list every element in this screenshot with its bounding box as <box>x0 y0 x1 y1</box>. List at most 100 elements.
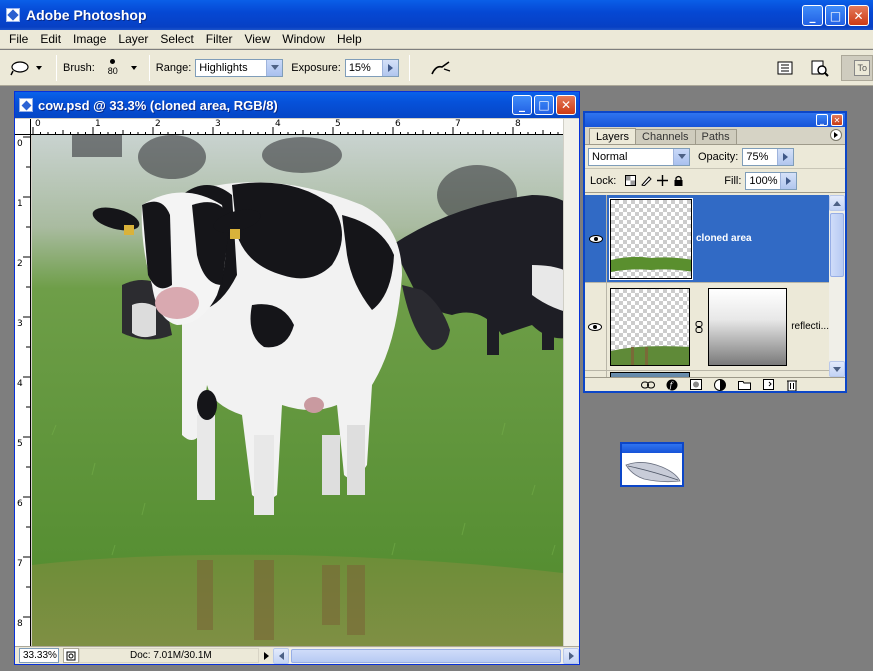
menu-file[interactable]: File <box>3 32 34 46</box>
palette-menu-icon[interactable] <box>830 129 842 141</box>
ruler-h-label: 7 <box>455 119 461 129</box>
menu-edit[interactable]: Edit <box>34 32 67 46</box>
fill-value: 100% <box>749 174 778 187</box>
ruler-v-label: 3 <box>17 319 23 329</box>
palette-minimize-button[interactable]: _ <box>816 114 828 126</box>
minimized-palette-titlebar[interactable] <box>622 444 682 453</box>
brush-label: Brush: <box>63 61 95 74</box>
menu-bar: File Edit Image Layer Select Filter View… <box>0 30 873 49</box>
tab-paths[interactable]: Paths <box>694 129 737 144</box>
tab-layers[interactable]: Layers <box>589 128 637 144</box>
menu-image[interactable]: Image <box>67 32 112 46</box>
minimize-button[interactable]: _ <box>802 5 823 26</box>
lock-pixels-icon[interactable] <box>640 175 652 187</box>
layer-thumb-content <box>611 256 691 272</box>
scroll-down-button[interactable] <box>829 361 845 377</box>
opacity-field[interactable]: 75% <box>742 147 795 166</box>
palette-well-tab[interactable]: To <box>854 60 870 76</box>
menu-filter[interactable]: Filter <box>200 32 239 46</box>
layer-thumb-content <box>610 345 689 365</box>
visibility-toggle[interactable] <box>585 195 607 282</box>
tool-preset-picker[interactable] <box>8 54 50 82</box>
doc-maximize-button[interactable]: □ <box>534 95 554 115</box>
document-titlebar[interactable]: cow.psd @ 33.3% (cloned area, RGB/8) _ □… <box>15 92 579 118</box>
document-horizontal-scrollbar[interactable] <box>273 647 579 664</box>
status-info-button[interactable] <box>63 648 79 663</box>
zoom-field[interactable]: 33.33% <box>19 648 59 663</box>
visibility-toggle[interactable] <box>585 283 607 370</box>
layer-row-reflection[interactable]: reflecti... <box>585 283 829 371</box>
feather-icon <box>625 462 681 483</box>
delete-layer-icon[interactable] <box>785 379 799 391</box>
status-menu-arrow-icon[interactable] <box>261 648 271 663</box>
scroll-up-button[interactable] <box>829 195 845 211</box>
layers-palette-titlebar[interactable]: _ ✕ <box>585 113 845 127</box>
brush-size: 80 <box>107 66 118 76</box>
document-vertical-scrollbar[interactable] <box>563 119 579 647</box>
blend-mode-value: Normal <box>592 150 628 163</box>
ruler-h-label: 5 <box>335 119 341 129</box>
brush-dropdown-icon[interactable] <box>130 65 137 70</box>
range-select[interactable]: Highlights <box>195 58 284 77</box>
doc-close-button[interactable]: ✕ <box>556 95 576 115</box>
palette-close-button[interactable]: ✕ <box>831 114 843 126</box>
exposure-field[interactable]: 15% <box>344 58 399 77</box>
app-title: Adobe Photoshop <box>26 7 147 23</box>
exposure-value: 15% <box>348 61 371 74</box>
new-group-icon[interactable] <box>737 379 751 390</box>
maximize-button[interactable]: □ <box>825 5 846 26</box>
document-size-info: Doc: 7.01M/30.1M <box>79 648 259 663</box>
layers-vertical-scrollbar[interactable] <box>829 195 845 377</box>
menu-select[interactable]: Select <box>154 32 199 46</box>
minimized-palette[interactable] <box>620 442 684 487</box>
add-mask-icon[interactable] <box>689 379 703 390</box>
brush-picker[interactable]: 80 <box>99 54 127 82</box>
link-icon[interactable] <box>694 320 704 334</box>
scroll-thumb[interactable] <box>830 213 844 277</box>
link-layers-icon[interactable] <box>641 379 655 390</box>
layer-name: cloned area <box>696 233 752 244</box>
scroll-thumb[interactable] <box>291 648 561 663</box>
go-to-bridge-button[interactable] <box>807 56 831 80</box>
scroll-left-button[interactable] <box>273 647 289 664</box>
new-layer-icon[interactable] <box>761 379 775 390</box>
palette-well: To <box>841 55 873 81</box>
lock-all-icon[interactable] <box>672 175 684 187</box>
menu-window[interactable]: Window <box>276 32 331 46</box>
layer-row-cloned-area[interactable]: cloned area <box>585 195 829 283</box>
doc-minimize-button[interactable]: _ <box>512 95 532 115</box>
scroll-right-button[interactable] <box>563 647 579 664</box>
file-browser-icon <box>811 60 829 77</box>
lock-transparency-icon[interactable] <box>624 175 636 187</box>
palette-toggle-button[interactable] <box>773 56 797 80</box>
layers-footer: f <box>585 377 845 391</box>
image-canvas[interactable] <box>32 135 579 647</box>
tab-channels[interactable]: Channels <box>635 129 696 144</box>
ruler-ticks <box>32 127 566 134</box>
layer-style-icon[interactable]: f <box>665 379 679 390</box>
slider-arrow-icon[interactable] <box>780 172 797 189</box>
menu-view[interactable]: View <box>238 32 276 46</box>
adjustment-layer-icon[interactable] <box>713 378 727 391</box>
document-window: cow.psd @ 33.3% (cloned area, RGB/8) _ □… <box>14 91 580 665</box>
airbrush-button[interactable] <box>428 55 454 81</box>
blend-mode-select[interactable]: Normal <box>588 147 690 166</box>
ruler-h-label: 4 <box>275 119 281 129</box>
slider-arrow-icon[interactable] <box>381 59 398 76</box>
fill-field[interactable]: 100% <box>745 171 798 190</box>
ruler-ticks <box>23 136 30 618</box>
vertical-ruler[interactable]: 0 1 2 3 4 5 6 7 8 <box>15 135 31 647</box>
ruler-v-label: 0 <box>17 139 23 149</box>
photoshop-logo-icon <box>6 8 20 22</box>
close-button[interactable]: ✕ <box>848 5 869 26</box>
ruler-v-label: 5 <box>17 439 23 449</box>
horizontal-ruler[interactable]: 0 1 2 3 4 5 6 7 8 <box>31 119 579 135</box>
layer-thumbnail <box>609 197 693 280</box>
slider-arrow-icon[interactable] <box>777 148 794 165</box>
layer-mask-thumbnail[interactable] <box>707 287 788 366</box>
zoom-value: 33.33% <box>23 650 57 661</box>
ruler-corner[interactable] <box>15 119 31 135</box>
menu-layer[interactable]: Layer <box>112 32 154 46</box>
menu-help[interactable]: Help <box>331 32 368 46</box>
lock-position-icon[interactable] <box>656 175 668 187</box>
